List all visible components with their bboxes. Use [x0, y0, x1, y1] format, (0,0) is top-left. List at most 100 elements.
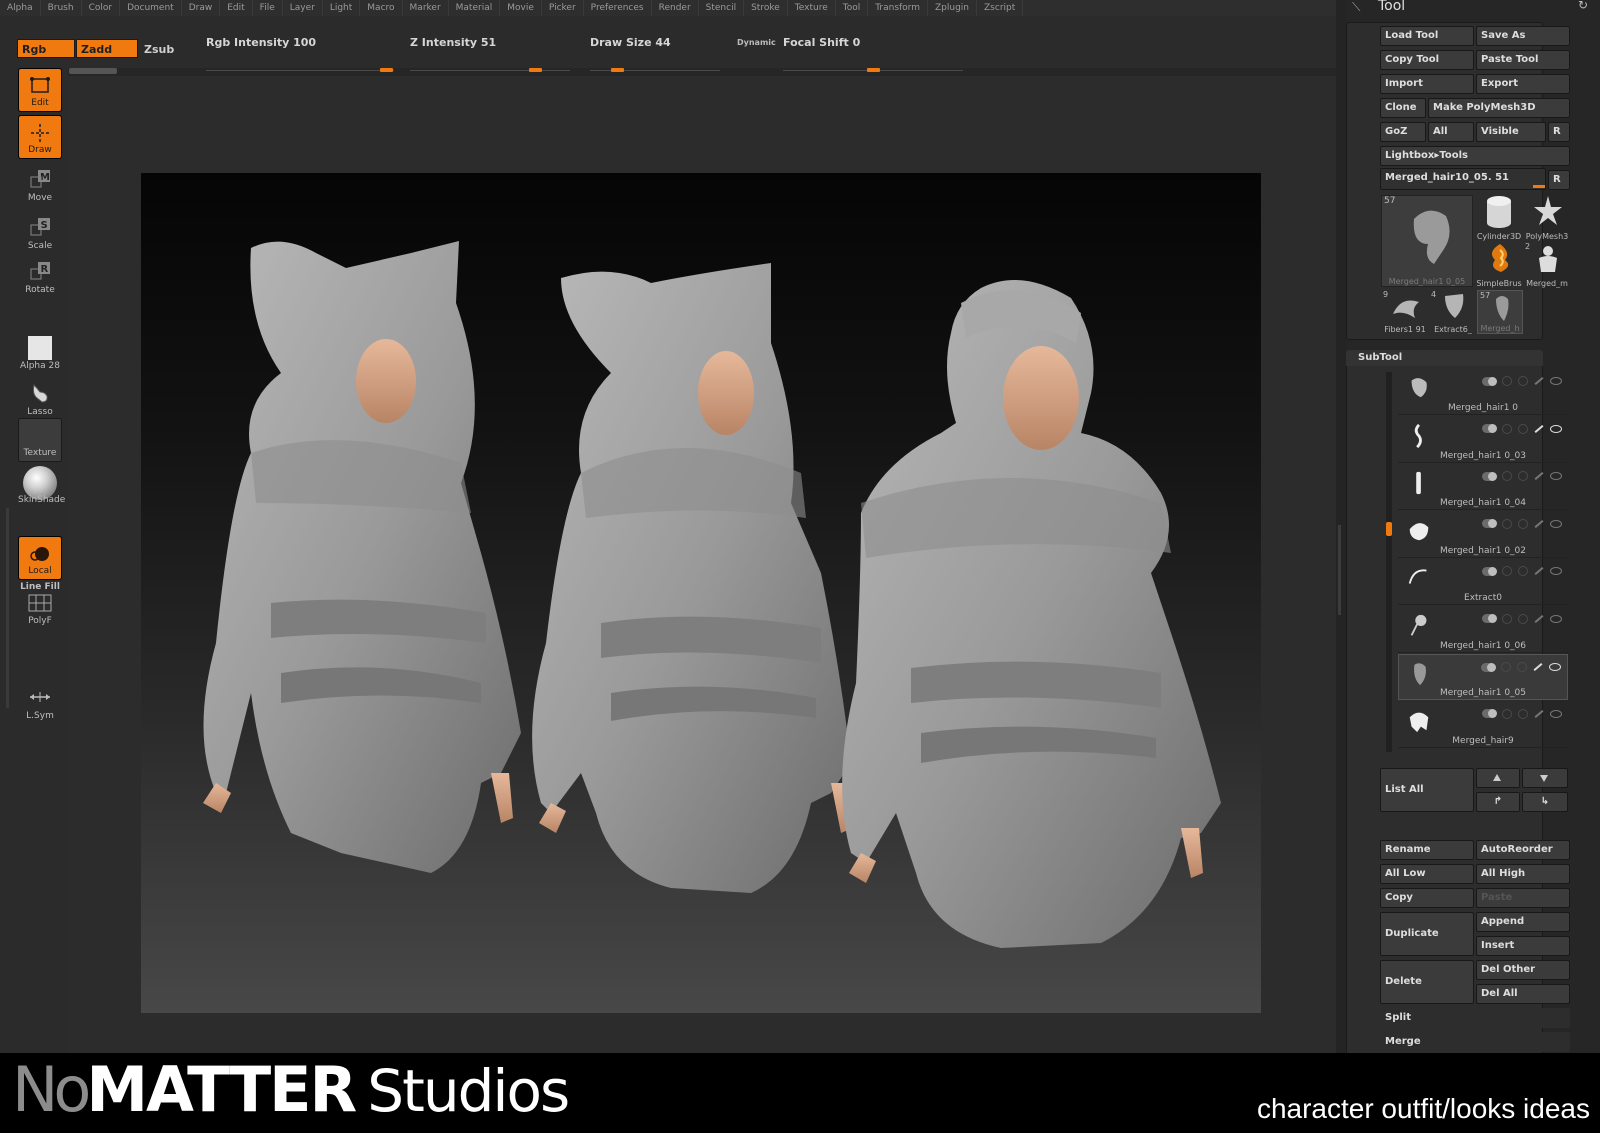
ghost-toggle[interactable] [1502, 613, 1512, 624]
subtool-item[interactable]: Merged_hair1 0_03 [1398, 417, 1568, 463]
brush-icon[interactable] [1534, 519, 1544, 528]
menu-item-marker[interactable]: Marker [403, 0, 449, 16]
insert-button[interactable]: Insert [1476, 936, 1570, 956]
menu-item-texture[interactable]: Texture [788, 0, 836, 16]
current-tool-slider[interactable]: Merged_hair10_05. 51 [1380, 168, 1546, 190]
menu-item-preferences[interactable]: Preferences [584, 0, 652, 16]
brush-icon[interactable] [1534, 709, 1544, 718]
scale-button[interactable]: S Scale [18, 210, 62, 254]
menu-item-document[interactable]: Document [120, 0, 182, 16]
subtool-scrollbar[interactable] [1386, 372, 1392, 752]
all-low-button[interactable]: All Low [1380, 864, 1474, 884]
menu-item-material[interactable]: Material [449, 0, 501, 16]
subtool-header[interactable]: SubTool [1346, 350, 1543, 366]
mask-toggle[interactable] [1518, 518, 1528, 529]
eye-icon[interactable] [1550, 614, 1562, 623]
mask-toggle[interactable] [1517, 662, 1527, 672]
menu-item-render[interactable]: Render [652, 0, 699, 16]
ghost-toggle[interactable] [1502, 566, 1512, 576]
make-polymesh-button[interactable]: Make PolyMesh3D [1428, 98, 1570, 118]
move-up-branch-button[interactable]: ↱ [1476, 792, 1520, 812]
poly-toggle[interactable] [1482, 471, 1497, 481]
del-all-button[interactable]: Del All [1476, 984, 1570, 1004]
brush-icon[interactable] [1534, 377, 1544, 385]
menu-item-macro[interactable]: Macro [360, 0, 403, 16]
collapse-arrow-icon[interactable]: ⟍ [1352, 0, 1360, 15]
mask-toggle[interactable] [1518, 613, 1528, 624]
move-up-button[interactable] [1476, 768, 1520, 788]
all-high-button[interactable]: All High [1476, 864, 1570, 884]
eye-icon[interactable] [1550, 472, 1562, 480]
tool-thumb-simplebrush[interactable]: SimpleBrus [1475, 242, 1523, 288]
del-other-button[interactable]: Del Other [1476, 960, 1570, 980]
mask-toggle[interactable] [1518, 566, 1528, 576]
delete-button[interactable]: Delete [1380, 960, 1474, 1004]
ghost-toggle[interactable] [1502, 708, 1512, 719]
copy-tool-button[interactable]: Copy Tool [1380, 50, 1474, 70]
poly-toggle[interactable] [1482, 709, 1497, 718]
subtool-item[interactable]: Merged_hair1 0_02 [1398, 512, 1568, 558]
ghost-toggle[interactable] [1502, 471, 1512, 481]
tool-thumb-merged-h[interactable]: 57 Merged_h [1477, 290, 1523, 334]
split-button[interactable]: Split [1380, 1008, 1570, 1028]
list-all-button[interactable]: List All [1380, 768, 1474, 812]
menu-item-picker[interactable]: Picker [542, 0, 584, 16]
menu-item-zscript[interactable]: Zscript [977, 0, 1024, 16]
tool-thumb-fibers[interactable]: 9 Fibers1 91 [1381, 290, 1429, 334]
poly-toggle[interactable] [1482, 424, 1497, 433]
append-button[interactable]: Append [1476, 912, 1570, 932]
rotate-button[interactable]: R Rotate [18, 254, 62, 298]
export-button[interactable]: Export [1476, 74, 1570, 94]
menu-item-color[interactable]: Color [82, 0, 121, 16]
brush-icon[interactable] [1534, 424, 1544, 433]
tool-thumb-cylinder[interactable]: Cylinder3D [1475, 195, 1523, 241]
panel-divider[interactable] [1336, 0, 1346, 1053]
texture-button[interactable]: Texture [18, 418, 62, 462]
rename-button[interactable]: Rename [1380, 840, 1474, 860]
ghost-toggle[interactable] [1501, 662, 1511, 672]
menu-item-brush[interactable]: Brush [41, 0, 82, 16]
tool-thumb-merged-hair[interactable]: 57 Merged_hair1 0_05 [1381, 195, 1473, 287]
draw-button[interactable]: Draw [18, 115, 62, 159]
brush-icon[interactable] [1534, 614, 1544, 623]
brush-icon[interactable] [1534, 472, 1544, 480]
subtool-item[interactable]: Merged_hair1 0_06 [1398, 607, 1568, 653]
divider-grip[interactable] [1338, 525, 1341, 615]
polyf-button[interactable]: Line Fill PolyF [18, 582, 62, 626]
menu-item-light[interactable]: Light [323, 0, 361, 16]
ghost-toggle[interactable] [1502, 423, 1512, 434]
menu-item-movie[interactable]: Movie [500, 0, 542, 16]
rgb-toggle[interactable]: Rgb [17, 39, 75, 58]
paste-tool-button[interactable]: Paste Tool [1476, 50, 1570, 70]
mask-toggle[interactable] [1518, 708, 1528, 719]
eye-icon[interactable] [1550, 519, 1562, 528]
brush-icon[interactable] [1533, 663, 1543, 671]
goz-button[interactable]: GoZ [1380, 122, 1426, 142]
menu-item-transform[interactable]: Transform [868, 0, 928, 16]
z-intensity-slider[interactable]: Z Intensity 51 [410, 36, 570, 76]
zsub-toggle[interactable]: Zsub [139, 39, 199, 58]
ghost-toggle[interactable] [1502, 376, 1512, 386]
lasso-button[interactable]: Lasso [18, 376, 62, 420]
material-button[interactable]: SkinShade [18, 464, 65, 508]
rgb-intensity-slider[interactable]: Rgb Intensity 100 [206, 36, 394, 76]
slider-knob[interactable] [867, 68, 880, 72]
save-as-button[interactable]: Save As [1476, 26, 1570, 46]
lsym-button[interactable]: L.Sym [18, 680, 62, 724]
move-down-button[interactable] [1522, 768, 1568, 788]
subtool-item[interactable]: Merged_hair1 0_05 [1398, 654, 1568, 700]
poly-toggle[interactable] [1482, 614, 1497, 623]
dynamic-label[interactable]: Dynamic [737, 38, 776, 47]
menu-item-layer[interactable]: Layer [283, 0, 323, 16]
document-canvas[interactable] [141, 173, 1261, 1013]
eye-icon[interactable] [1549, 663, 1561, 671]
tool-thumb-polymesh[interactable]: PolyMesh3 [1523, 195, 1571, 241]
eye-icon[interactable] [1550, 377, 1562, 385]
menu-item-tool[interactable]: Tool [836, 0, 869, 16]
slider-knob[interactable] [1533, 185, 1545, 188]
mask-toggle[interactable] [1518, 423, 1528, 434]
eye-icon[interactable] [1550, 709, 1562, 718]
slider-knob[interactable] [529, 68, 543, 72]
move-button[interactable]: M Move [18, 162, 62, 206]
poly-toggle[interactable] [1481, 662, 1496, 672]
